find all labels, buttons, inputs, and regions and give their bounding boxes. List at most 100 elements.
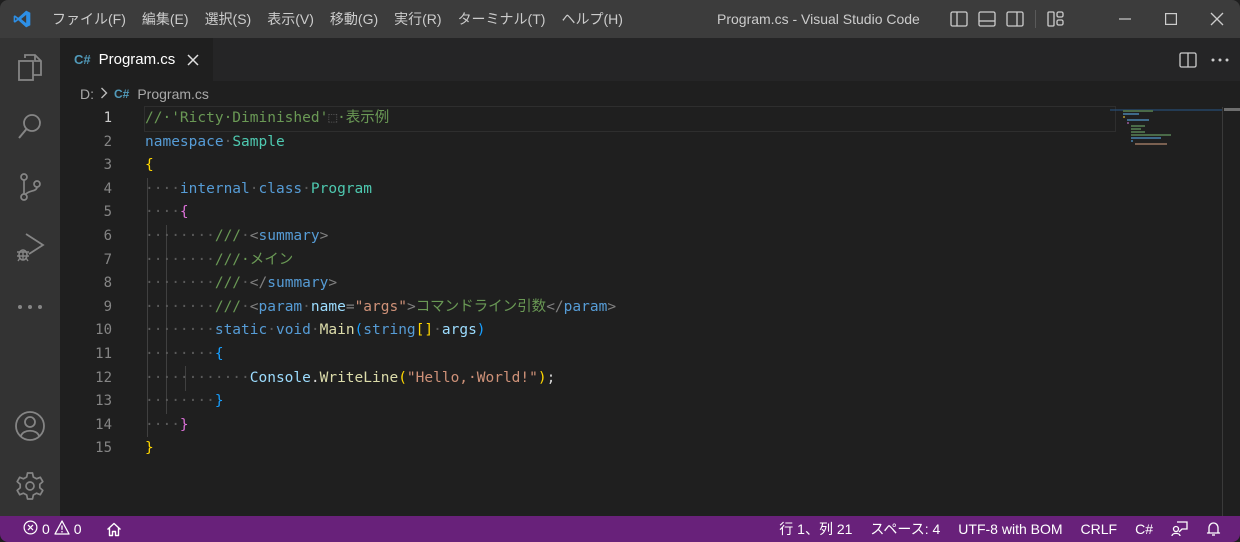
- line-number: 5: [103, 204, 112, 221]
- line-number: 4: [103, 180, 112, 197]
- line-number: 3: [103, 157, 112, 174]
- editor-actions: [1178, 38, 1230, 81]
- split-editor-icon[interactable]: [1178, 50, 1198, 70]
- run-debug-icon[interactable]: [0, 223, 60, 271]
- code-line-15: }: [145, 440, 154, 457]
- menu-go[interactable]: 移動(G): [322, 0, 386, 38]
- line-number: 6: [103, 227, 112, 244]
- menu-bar: ファイル(F) 編集(E) 選択(S) 表示(V) 移動(G) 実行(R) ター…: [44, 0, 631, 38]
- source-control-icon[interactable]: [0, 163, 60, 211]
- code-line-13: ········}: [145, 393, 224, 410]
- layout-controls: [947, 0, 1068, 38]
- warning-icon: [54, 520, 70, 538]
- end-of-line[interactable]: CRLF: [1072, 516, 1127, 542]
- indentation[interactable]: スペース: 4: [861, 516, 949, 542]
- tab-bar: C# Program.cs: [60, 38, 1240, 81]
- code-line-12: ············Console.WriteLine("Hello,·Wo…: [145, 369, 556, 386]
- toggle-panel-icon[interactable]: [975, 7, 999, 31]
- csharp-file-icon: C#: [74, 52, 91, 67]
- error-count: 0: [42, 521, 50, 537]
- code-line-8: ········///·</summary>: [145, 275, 338, 292]
- encoding[interactable]: UTF-8 with BOM: [949, 516, 1071, 542]
- window-controls: [1102, 0, 1240, 38]
- code-line-11: ········{: [145, 345, 224, 362]
- status-left: 0 0: [0, 516, 127, 542]
- window-title: Program.cs - Visual Studio Code: [717, 11, 920, 27]
- line-number-gutter: 1 2 3 4 5 6 7 8 9 10 11 12 13 14 15: [60, 107, 130, 461]
- account-icon[interactable]: [0, 402, 60, 450]
- menu-terminal[interactable]: ターミナル(T): [450, 0, 554, 38]
- feedback-icon[interactable]: [1162, 516, 1197, 542]
- code-line-3: {: [145, 157, 154, 174]
- code-line-6: ········///·<summary>: [145, 227, 329, 244]
- minimap-line: [1127, 122, 1129, 124]
- breadcrumb-drive[interactable]: D:: [80, 86, 94, 102]
- language-mode[interactable]: C#: [1126, 516, 1162, 542]
- code-line-10: ········static·void·Main(string[]·args): [145, 322, 486, 339]
- menu-file[interactable]: ファイル(F): [44, 0, 134, 38]
- customize-layout-icon[interactable]: [1044, 7, 1068, 31]
- minimap-line: [1123, 113, 1139, 115]
- breadcrumb-file[interactable]: Program.cs: [137, 86, 209, 102]
- more-icon[interactable]: [0, 283, 60, 331]
- line-number: 15: [95, 440, 112, 457]
- minimap-line: [1123, 110, 1153, 112]
- home-icon[interactable]: [101, 516, 127, 542]
- minimap-line: [1135, 143, 1167, 145]
- status-bar: 0 0 行 1、列 21 スペース: 4 UTF-8 with BOM CRLF…: [0, 516, 1240, 542]
- menu-run[interactable]: 実行(R): [386, 0, 449, 38]
- cursor-position[interactable]: 行 1、列 21: [770, 516, 861, 542]
- line-number: 14: [95, 416, 112, 433]
- scrollbar-thumb[interactable]: [1224, 108, 1240, 111]
- code-line-9: ········///·<param·name="args">コマンドライン引数…: [145, 298, 617, 315]
- line-number: 2: [103, 133, 112, 150]
- line-number: 13: [95, 393, 112, 410]
- minimap-line: [1127, 119, 1149, 121]
- tab-program-cs[interactable]: C# Program.cs: [60, 38, 213, 81]
- vertical-scrollbar[interactable]: [1222, 107, 1223, 516]
- settings-gear-icon[interactable]: [0, 462, 60, 510]
- search-icon[interactable]: [0, 103, 60, 151]
- code-area[interactable]: //·'Ricty·Diminished'⬚·表示例 namespace·Sam…: [144, 106, 1116, 461]
- close-tab-icon[interactable]: [185, 52, 201, 68]
- status-right: 行 1、列 21 スペース: 4 UTF-8 with BOM CRLF C#: [770, 516, 1230, 542]
- title-bar: ファイル(F) 編集(E) 選択(S) 表示(V) 移動(G) 実行(R) ター…: [0, 0, 1240, 38]
- line-number: 1: [103, 110, 112, 126]
- menu-help[interactable]: ヘルプ(H): [553, 0, 630, 38]
- code-line-7: ········///·メイン: [145, 251, 294, 268]
- code-line-5: ····{: [145, 204, 189, 221]
- minimize-button[interactable]: [1102, 0, 1148, 38]
- explorer-icon[interactable]: [0, 43, 60, 91]
- menu-view[interactable]: 表示(V): [259, 0, 322, 38]
- toggle-primary-sidebar-icon[interactable]: [947, 7, 971, 31]
- close-window-button[interactable]: [1194, 0, 1240, 38]
- chevron-right-icon: [100, 86, 108, 102]
- vscode-logo-icon: [0, 0, 44, 38]
- minimap-line: [1131, 125, 1145, 127]
- minimap-line: [1131, 128, 1141, 130]
- activity-bar: [0, 38, 60, 516]
- line-number: 11: [95, 345, 112, 362]
- line-number: 7: [103, 251, 112, 268]
- minimap-line: [1123, 116, 1125, 118]
- toggle-secondary-sidebar-icon[interactable]: [1003, 7, 1027, 31]
- minimap-line: [1131, 140, 1133, 142]
- menu-selection[interactable]: 選択(S): [197, 0, 260, 38]
- line-number: 8: [103, 275, 112, 292]
- warning-count: 0: [73, 521, 82, 537]
- line-number: 10: [95, 322, 112, 339]
- minimap-line: [1131, 137, 1161, 139]
- minimap-line: [1131, 134, 1171, 136]
- code-line-14: ····}: [145, 416, 189, 433]
- maximize-button[interactable]: [1148, 0, 1194, 38]
- more-actions-icon[interactable]: [1210, 50, 1230, 70]
- code-line-1: //·'Ricty·Diminished'⬚·表示例: [144, 106, 1116, 132]
- minimap-line: [1131, 131, 1145, 133]
- error-icon: [23, 520, 38, 538]
- menu-edit[interactable]: 編集(E): [134, 0, 197, 38]
- minimap[interactable]: [1120, 107, 1224, 147]
- line-number: 9: [103, 298, 112, 315]
- code-editor[interactable]: 1 2 3 4 5 6 7 8 9 10 11 12 13 14 15 //·'…: [60, 106, 1240, 516]
- problems-status[interactable]: 0 0: [18, 516, 87, 542]
- notifications-bell-icon[interactable]: [1197, 516, 1230, 542]
